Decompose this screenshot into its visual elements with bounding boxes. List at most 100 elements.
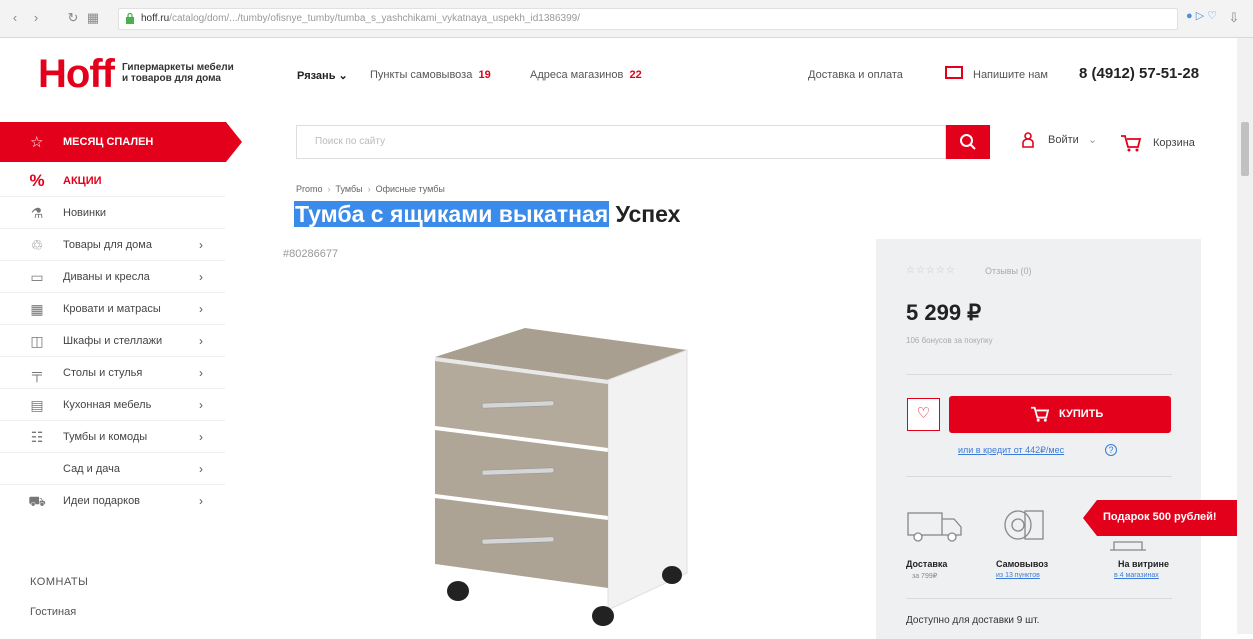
- option-pickup-title: Самовывоз: [996, 559, 1049, 569]
- chevron-right-icon: ›: [199, 494, 203, 508]
- sidebar-item-label: Идеи подарков: [63, 495, 141, 507]
- sidebar-item-garden[interactable]: Сад и дача ›: [0, 454, 225, 485]
- download-icon[interactable]: ⇩: [1225, 9, 1243, 27]
- panel-divider: [906, 374, 1172, 375]
- rating-stars: ☆☆☆☆☆: [906, 265, 956, 276]
- table-icon: ╤: [32, 365, 42, 381]
- sidebar-item-label: Тумбы и комоды: [63, 431, 148, 443]
- reviews-link[interactable]: Отзывы (0): [985, 266, 1031, 276]
- sidebar-item-label: Товары для дома: [63, 239, 152, 251]
- option-delivery-title: Доставка: [906, 559, 948, 569]
- chevron-right-icon: ›: [199, 462, 203, 476]
- browser-toolbar: ‹ › ↻ ▦ hoff.ru/catalog/dom/.../tumby/of…: [0, 0, 1253, 38]
- chevron-down-icon: ⌄: [1087, 134, 1098, 146]
- panel-divider: [906, 476, 1172, 477]
- availability-text: Доступно для доставки 9 шт.: [906, 615, 1040, 626]
- chevron-right-icon: ›: [199, 430, 203, 444]
- breadcrumb-item[interactable]: Promo: [296, 184, 323, 194]
- sidebar-item-sales[interactable]: % АКЦИИ: [0, 166, 225, 197]
- url-path: /catalog/dom/.../tumby/ofisnye_tumby/tum…: [169, 13, 580, 24]
- buy-button[interactable]: КУПИТЬ: [949, 396, 1171, 433]
- address-bar[interactable]: hoff.ru/catalog/dom/.../tumby/ofisnye_tu…: [118, 8, 1178, 30]
- extensions-icon[interactable]: ● ▷ ♡: [1186, 9, 1217, 22]
- sidebar-item-home-goods[interactable]: ♲ Товары для дома ›: [0, 230, 225, 261]
- sidebar-item-tables[interactable]: ╤ Столы и стулья ›: [0, 358, 225, 389]
- panel-divider: [906, 598, 1172, 599]
- pickup-box-icon: [1004, 510, 1044, 540]
- dresser-icon: ☷: [30, 429, 44, 445]
- reload-icon[interactable]: ↻: [64, 9, 82, 27]
- page-title: Тумба с ящиками выкатная Успех: [294, 201, 680, 228]
- delivery-payment-link[interactable]: Доставка и оплата: [808, 69, 903, 81]
- breadcrumb: Promo › Тумбы › Офисные тумбы: [296, 184, 445, 194]
- bonus-info: 106 бонусов за покупку: [906, 336, 993, 345]
- cart-link[interactable]: Корзина: [1153, 137, 1195, 149]
- breadcrumb-item[interactable]: Тумбы: [336, 184, 363, 194]
- room-link-living[interactable]: Гостиная: [30, 606, 76, 618]
- forward-icon[interactable]: ›: [27, 9, 45, 27]
- product-price: 5 299 ₽: [906, 300, 982, 325]
- gift-icon: ⛟: [28, 493, 46, 509]
- cart-icon[interactable]: [1120, 134, 1142, 152]
- question-icon[interactable]: ?: [1105, 444, 1117, 456]
- new-icon: ⚗: [30, 205, 44, 221]
- chevron-right-icon: ›: [199, 366, 203, 380]
- breadcrumb-item[interactable]: Офисные тумбы: [376, 184, 445, 194]
- search-input[interactable]: Поиск по сайту: [296, 125, 946, 159]
- buy-label: КУПИТЬ: [1059, 408, 1104, 420]
- product-image[interactable]: [420, 320, 700, 630]
- product-sku: #80286677: [283, 248, 339, 260]
- sidebar-promo-month-bedrooms[interactable]: ☆ МЕСЯЦ СПАЛЕН: [0, 122, 242, 162]
- sidebar-item-wardrobes[interactable]: ◫ Шкафы и стеллажи ›: [0, 326, 225, 357]
- scrollbar-thumb[interactable]: [1241, 122, 1249, 176]
- write-us-link[interactable]: Напишите нам: [973, 69, 1048, 81]
- stores-count: 22: [629, 69, 642, 81]
- tagline-line-2: и товаров для дома: [122, 73, 221, 84]
- sidebar-item-label: Кухонная мебель: [63, 399, 152, 411]
- promo-label: МЕСЯЦ СПАЛЕН: [63, 136, 154, 148]
- chevron-right-icon: ›: [199, 238, 203, 252]
- favorite-button[interactable]: ♡: [907, 398, 940, 431]
- stores-label: Адреса магазинов: [530, 69, 624, 81]
- hoff-logo[interactable]: Hoff: [38, 54, 115, 94]
- sidebar-item-dressers[interactable]: ☷ Тумбы и комоды ›: [0, 422, 225, 453]
- breadcrumb-separator: ›: [367, 184, 371, 194]
- sidebar-item-gifts[interactable]: ⛟ Идеи подарков ›: [0, 486, 225, 517]
- chevron-right-icon: ›: [199, 398, 203, 412]
- heart-icon: ♡: [916, 405, 931, 422]
- pickup-label: Пункты самовывоза: [370, 69, 473, 81]
- sidebar-item-label: АКЦИИ: [63, 175, 102, 187]
- pickup-count: 19: [478, 69, 491, 81]
- mail-icon[interactable]: [945, 66, 963, 79]
- lock-icon: [126, 13, 134, 24]
- option-pickup-link[interactable]: из 13 пунктов: [996, 572, 1040, 579]
- credit-link[interactable]: или в кредит от 442₽/мес: [958, 445, 1064, 456]
- option-delivery-sub: за 799₽: [912, 573, 938, 580]
- sidebar-item-label: Столы и стулья: [63, 367, 143, 379]
- chevron-right-icon: ›: [199, 334, 203, 348]
- sidebar-item-sofas[interactable]: ▭ Диваны и кресла ›: [0, 262, 225, 293]
- cart-icon: [1031, 406, 1050, 422]
- sidebar-item-new[interactable]: ⚗ Новинки: [0, 198, 225, 229]
- sidebar-item-label: Диваны и кресла: [63, 271, 150, 283]
- stores-link[interactable]: Адреса магазинов 22: [530, 69, 642, 81]
- star-icon: ☆: [30, 134, 44, 151]
- showcase-icon: [1110, 541, 1146, 551]
- sofa-icon: ▭: [30, 269, 44, 285]
- pickup-points-link[interactable]: Пункты самовывоза 19: [370, 69, 491, 81]
- sidebar-item-beds[interactable]: ▦ Кровати и матрасы ›: [0, 294, 225, 325]
- home-goods-icon: ♲: [30, 237, 44, 253]
- city-selector[interactable]: Рязань ⌄: [297, 69, 348, 82]
- search-button[interactable]: [946, 125, 990, 159]
- tabs-grid-icon[interactable]: ▦: [84, 9, 102, 27]
- back-icon[interactable]: ‹: [6, 9, 24, 27]
- user-icon: [1022, 132, 1034, 148]
- gift-badge[interactable]: Подарок 500 рублей!: [1083, 500, 1243, 536]
- sidebar-item-label: Кровати и матрасы: [63, 303, 161, 315]
- title-selected-text: Тумба с ящиками выкатная: [294, 201, 610, 227]
- chevron-right-icon: ›: [199, 302, 203, 316]
- login-link[interactable]: Войти ⌄: [1048, 133, 1097, 146]
- sidebar-item-kitchen[interactable]: ▤ Кухонная мебель ›: [0, 390, 225, 421]
- phone-number[interactable]: 8 (4912) 57-51-28: [1079, 65, 1199, 82]
- option-showcase-link[interactable]: в 4 магазинах: [1114, 572, 1159, 579]
